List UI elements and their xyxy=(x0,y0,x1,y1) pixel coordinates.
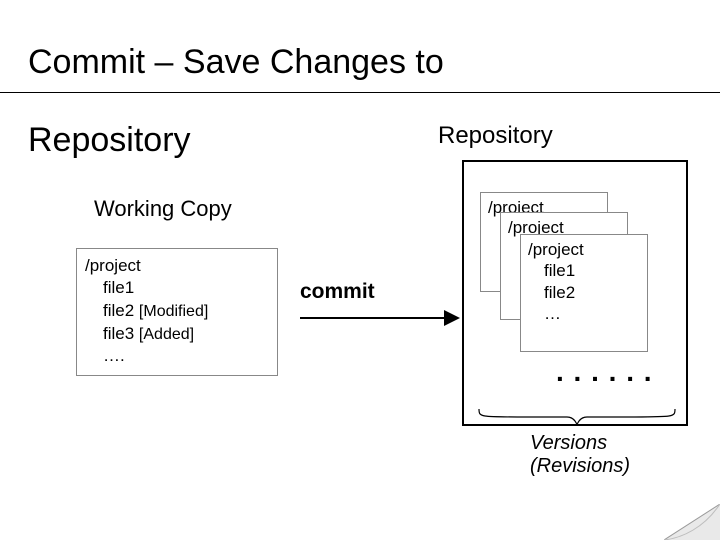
wc-file: file3 xyxy=(103,324,134,343)
wc-row: file3 [Added] xyxy=(85,323,269,346)
ver-dir: /project xyxy=(528,239,640,260)
wc-note: [Added] xyxy=(139,326,194,343)
repository-label: Repository xyxy=(438,122,553,150)
wc-dir: /project xyxy=(85,255,269,277)
ver-file: file2 xyxy=(528,282,640,303)
wc-file: …. xyxy=(103,346,125,365)
brace-icon xyxy=(478,408,676,426)
ver-file: … xyxy=(528,303,640,324)
working-copy-label: Working Copy xyxy=(94,196,232,222)
arrow-icon xyxy=(300,317,444,319)
working-copy-box: /project file1 file2 [Modified] file3 [A… xyxy=(76,248,278,376)
arrow-head-icon xyxy=(444,310,460,326)
ver-file: file1 xyxy=(528,260,640,281)
title-underline xyxy=(0,92,720,93)
wc-file: file2 xyxy=(103,301,134,320)
wc-file: file1 xyxy=(103,278,134,297)
commit-label: commit xyxy=(300,280,375,304)
slide-title: Commit – Save Changes to Repository xyxy=(28,4,444,160)
slide-title-line2: Repository xyxy=(28,121,191,159)
page-curl-icon xyxy=(664,504,720,540)
slide-title-line1: Commit – Save Changes to xyxy=(28,43,444,81)
wc-row: file2 [Modified] xyxy=(85,300,269,323)
versions-caption: Versions (Revisions) xyxy=(530,432,630,478)
wc-row: …. xyxy=(85,345,269,368)
versions-ellipsis: . . . . . . xyxy=(556,356,653,388)
wc-row: file1 xyxy=(85,277,269,300)
wc-note: [Modified] xyxy=(139,303,208,320)
version-box: /project file1 file2 … xyxy=(520,234,648,352)
